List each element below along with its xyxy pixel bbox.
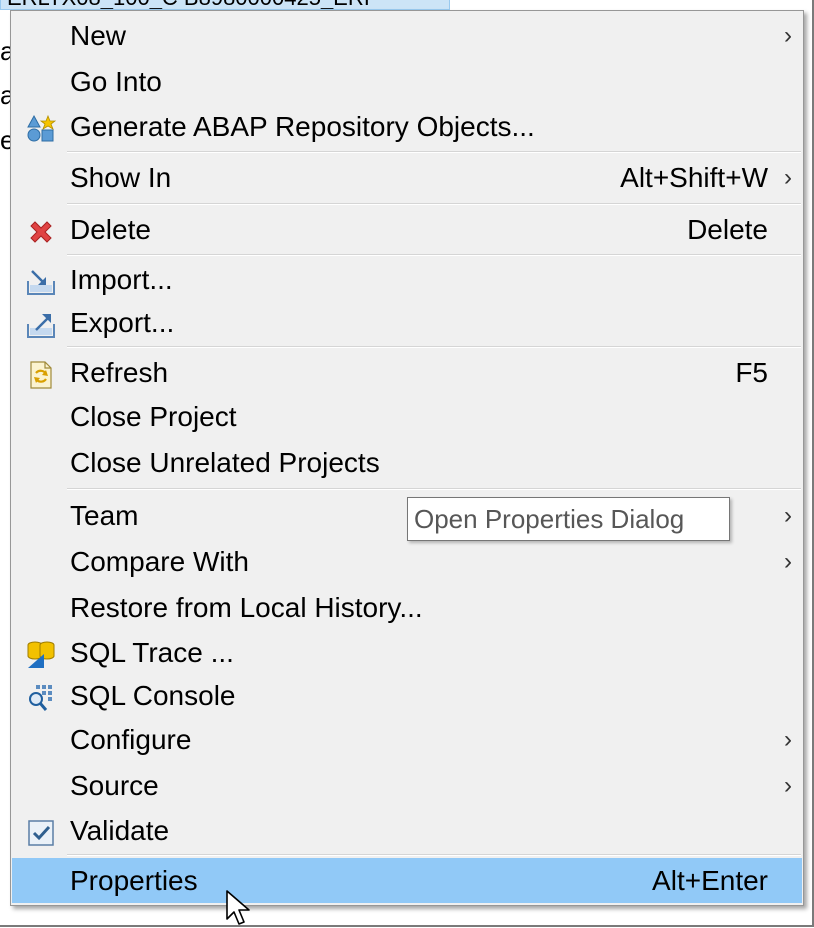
selected-tree-row[interactable]: ERLTX08_100_C B8980000425_ERI <box>0 0 450 10</box>
menu-item-label: Generate ABAP Repository Objects... <box>70 111 535 142</box>
red-x-delete-icon <box>26 216 56 246</box>
menu-item-label: SQL Console <box>70 680 236 711</box>
menu-separator <box>67 151 801 153</box>
sql-trace-icon <box>26 639 56 669</box>
menu-separator <box>67 488 801 490</box>
menu-item-label: Refresh <box>70 357 169 388</box>
menu-item-label: Show In <box>70 162 172 193</box>
menu-separator <box>67 346 801 348</box>
refresh-icon <box>26 359 56 389</box>
mouse-pointer-icon <box>226 890 250 925</box>
sql-console-icon <box>26 682 56 712</box>
menu-item-close-project[interactable]: Close Project <box>12 395 802 439</box>
menu-item-label: Validate <box>70 815 170 846</box>
submenu-arrow-icon: › <box>784 164 792 191</box>
submenu-arrow-icon: › <box>784 22 792 49</box>
menu-separator <box>67 254 801 256</box>
menu-item-label: Close Project <box>70 401 237 432</box>
submenu-arrow-icon: › <box>784 502 792 529</box>
menu-item-generate-abap-repository-objects[interactable]: Generate ABAP Repository Objects... <box>12 105 802 149</box>
menu-item-properties[interactable]: Properties Alt+Enter <box>12 858 802 903</box>
menu-item-shortcut: Alt+Enter <box>652 865 768 896</box>
submenu-arrow-icon: › <box>784 548 792 575</box>
menu-item-shortcut: Delete <box>687 214 768 245</box>
menu-item-close-unrelated-projects[interactable]: Close Unrelated Projects <box>12 441 802 485</box>
menu-item-label: New <box>70 20 127 51</box>
menu-item-label: Configure <box>70 724 192 755</box>
menu-item-shortcut: F5 <box>735 357 768 388</box>
menu-item-delete[interactable]: Delete Delete <box>12 208 802 252</box>
validate-checkbox-icon <box>26 817 56 847</box>
menu-item-compare-with[interactable]: Compare With › <box>12 540 802 584</box>
menu-item-label: Properties <box>70 865 198 896</box>
menu-item-label: Export... <box>70 307 175 338</box>
context-menu: New › Go Into Generate ABAP Repository O… <box>10 10 804 906</box>
submenu-arrow-icon: › <box>784 772 792 799</box>
menu-item-label: SQL Trace ... <box>70 637 234 668</box>
menu-item-refresh[interactable]: Refresh F5 <box>12 351 802 395</box>
menu-item-import[interactable]: Import... <box>12 258 802 302</box>
menu-item-label: Team <box>70 500 139 531</box>
import-icon <box>26 266 56 296</box>
menu-item-label: Source <box>70 770 159 801</box>
shapes-generate-icon <box>26 113 57 143</box>
menu-item-label: Delete <box>70 214 151 245</box>
menu-item-new[interactable]: New › <box>12 14 802 58</box>
menu-item-sql-console[interactable]: SQL Console <box>12 674 802 718</box>
menu-item-show-in[interactable]: Show In Alt+Shift+W › <box>12 156 802 200</box>
menu-item-label: Compare With <box>70 546 249 577</box>
menu-item-label: Import... <box>70 264 173 295</box>
menu-item-label: Go Into <box>70 66 162 97</box>
menu-item-sql-trace[interactable]: SQL Trace ... <box>12 631 802 675</box>
menu-item-label: Restore from Local History... <box>70 592 423 623</box>
menu-item-source[interactable]: Source › <box>12 764 802 808</box>
menu-item-label: Close Unrelated Projects <box>70 447 380 478</box>
menu-item-restore-from-local-history[interactable]: Restore from Local History... <box>12 586 802 630</box>
menu-item-export[interactable]: Export... <box>12 301 802 345</box>
menu-item-validate[interactable]: Validate <box>12 809 802 853</box>
menu-separator <box>67 203 801 205</box>
menu-item-shortcut: Alt+Shift+W <box>620 162 768 193</box>
tooltip: Open Properties Dialog <box>407 497 730 541</box>
export-icon <box>26 309 56 339</box>
menu-separator <box>67 854 801 856</box>
menu-item-configure[interactable]: Configure › <box>12 718 802 762</box>
menu-item-go-into[interactable]: Go Into <box>12 60 802 104</box>
submenu-arrow-icon: › <box>784 726 792 753</box>
